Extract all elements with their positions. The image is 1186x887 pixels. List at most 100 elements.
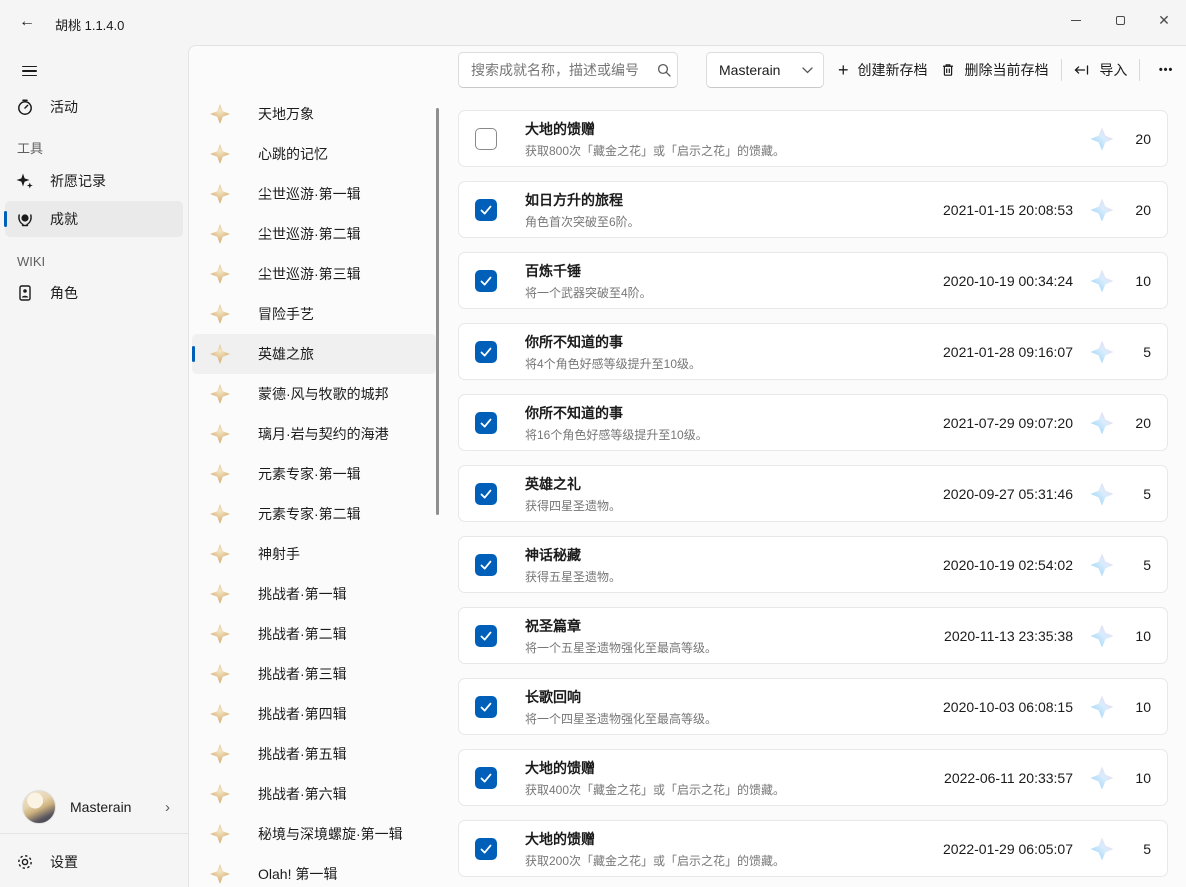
achievement-checkbox[interactable] xyxy=(475,412,497,434)
category-list: 天地万象 心跳的记忆 尘世巡游·第一辑 尘世巡游·第二辑 尘世巡游·第三辑 冒险… xyxy=(192,94,436,887)
category-emblem-icon xyxy=(210,544,230,564)
search-icon[interactable] xyxy=(656,62,672,78)
sidebar-item-wish-history[interactable]: 祈愿记录 xyxy=(5,163,183,199)
category-item[interactable]: 蒙德·风与牧歌的城邦 xyxy=(192,374,436,414)
achievement-row: 英雄之礼获得四星圣遗物。 2020-09-27 05:31:46 5 xyxy=(458,465,1168,522)
achievement-date: 2021-07-29 09:07:20 xyxy=(943,415,1073,431)
achievement-description: 获取800次「藏金之花」或「启示之花」的馈藏。 xyxy=(525,142,1073,159)
category-item[interactable]: 尘世巡游·第三辑 xyxy=(192,254,436,294)
back-button[interactable]: ← xyxy=(12,8,42,36)
import-button[interactable]: 导入 xyxy=(1067,52,1133,88)
category-label: 元素专家·第二辑 xyxy=(258,504,361,524)
category-item[interactable]: 元素专家·第二辑 xyxy=(192,494,436,534)
achievement-date: 2021-01-28 09:16:07 xyxy=(943,344,1073,360)
category-item[interactable]: Olah! 第一辑 xyxy=(192,854,436,887)
category-item[interactable]: 璃月·岩与契约的海港 xyxy=(192,414,436,454)
category-label: Olah! 第一辑 xyxy=(258,864,337,884)
category-label: 挑战者·第一辑 xyxy=(258,584,347,604)
achievement-checkbox[interactable] xyxy=(475,199,497,221)
category-label: 挑战者·第四辑 xyxy=(258,704,347,724)
achievement-row: 你所不知道的事将16个角色好感等级提升至10级。 2021-07-29 09:0… xyxy=(458,394,1168,451)
sidebar-item-label: 成就 xyxy=(50,209,78,229)
delete-archive-button[interactable]: 删除当前存档 xyxy=(934,52,1055,88)
category-item[interactable]: 挑战者·第六辑 xyxy=(192,774,436,814)
category-emblem-icon xyxy=(210,344,230,364)
primogem-icon xyxy=(1089,694,1115,720)
toolbar-actions: + 创建新存档 删除当前存档 导入 ••• xyxy=(832,52,1186,88)
achievement-checkbox[interactable] xyxy=(475,767,497,789)
achievement-laurel-icon xyxy=(16,210,34,228)
sidebar-item-label: 祈愿记录 xyxy=(50,171,106,191)
sidebar-item-label: 活动 xyxy=(50,97,78,117)
achievement-row: 祝圣篇章将一个五星圣遗物强化至最高等级。 2020-11-13 23:35:38… xyxy=(458,607,1168,664)
create-archive-button[interactable]: + 创建新存档 xyxy=(832,52,934,88)
toolbar-separator xyxy=(1061,59,1062,81)
category-item[interactable]: 挑战者·第二辑 xyxy=(192,614,436,654)
category-item[interactable]: 尘世巡游·第一辑 xyxy=(192,174,436,214)
achievement-row: 大地的馈赠获取400次「藏金之花」或「启示之花」的馈藏。 2022-06-11 … xyxy=(458,749,1168,806)
close-button[interactable]: ✕ xyxy=(1142,0,1186,40)
category-emblem-icon xyxy=(210,784,230,804)
user-name: Masterain xyxy=(70,799,165,815)
achievement-checkbox[interactable] xyxy=(475,341,497,363)
category-label: 天地万象 xyxy=(258,104,314,124)
achievement-checkbox[interactable] xyxy=(475,270,497,292)
category-item[interactable]: 挑战者·第四辑 xyxy=(192,694,436,734)
category-item[interactable]: 天地万象 xyxy=(192,94,436,134)
sidebar-item-settings[interactable]: 设置 xyxy=(5,844,183,880)
category-item[interactable]: 神射手 xyxy=(192,534,436,574)
import-icon xyxy=(1073,62,1090,78)
category-item[interactable]: 英雄之旅 xyxy=(192,334,436,374)
category-item[interactable]: 冒险手艺 xyxy=(192,294,436,334)
nav-menu-button[interactable] xyxy=(14,57,44,85)
achievement-checkbox[interactable] xyxy=(475,483,497,505)
sidebar-item-label: 角色 xyxy=(50,283,78,303)
achievement-row: 神话秘藏获得五星圣遗物。 2020-10-19 02:54:02 5 xyxy=(458,536,1168,593)
achievement-row: 如日方升的旅程角色首次突破至6阶。 2021-01-15 20:08:53 20 xyxy=(458,181,1168,238)
sidebar-item-achievements[interactable]: 成就 xyxy=(5,201,183,237)
sidebar-item-activity[interactable]: 活动 xyxy=(5,89,183,125)
achievement-checkbox[interactable] xyxy=(475,625,497,647)
category-item[interactable]: 心跳的记忆 xyxy=(192,134,436,174)
archive-selector[interactable]: Masterain xyxy=(706,52,824,88)
sidebar-group-tools: 工具 xyxy=(0,127,188,161)
create-archive-label: 创建新存档 xyxy=(858,60,928,80)
achievement-description: 角色首次突破至6阶。 xyxy=(525,213,943,230)
plus-icon: + xyxy=(838,61,849,79)
category-item[interactable]: 尘世巡游·第二辑 xyxy=(192,214,436,254)
user-profile-row[interactable]: Masterain › xyxy=(0,783,188,831)
achievement-checkbox[interactable] xyxy=(475,554,497,576)
achievement-reward-count: 5 xyxy=(1125,486,1151,502)
achievement-checkbox[interactable] xyxy=(475,128,497,150)
character-icon xyxy=(16,284,34,302)
achievement-date: 2020-11-13 23:35:38 xyxy=(944,628,1073,644)
maximize-button[interactable] xyxy=(1098,0,1142,40)
minimize-button[interactable] xyxy=(1054,0,1098,40)
primogem-icon xyxy=(1089,197,1115,223)
category-emblem-icon xyxy=(210,504,230,524)
close-icon: ✕ xyxy=(1158,12,1170,29)
category-item[interactable]: 挑战者·第五辑 xyxy=(192,734,436,774)
category-emblem-icon xyxy=(210,744,230,764)
achievement-title: 神话秘藏 xyxy=(525,545,943,565)
category-emblem-icon xyxy=(210,144,230,164)
category-item[interactable]: 秘境与深境螺旋·第一辑 xyxy=(192,814,436,854)
activity-clock-icon xyxy=(16,98,34,116)
achievement-checkbox[interactable] xyxy=(475,696,497,718)
category-emblem-icon xyxy=(210,664,230,684)
achievement-title: 大地的馈赠 xyxy=(525,119,1073,139)
search-input[interactable] xyxy=(459,62,656,78)
achievement-checkbox[interactable] xyxy=(475,838,497,860)
search-box xyxy=(458,52,678,88)
category-scrollbar[interactable] xyxy=(436,108,439,515)
sidebar-item-characters[interactable]: 角色 xyxy=(5,275,183,311)
category-item[interactable]: 挑战者·第三辑 xyxy=(192,654,436,694)
category-label: 挑战者·第五辑 xyxy=(258,744,347,764)
category-item[interactable]: 元素专家·第一辑 xyxy=(192,454,436,494)
category-emblem-icon xyxy=(210,584,230,604)
primogem-icon xyxy=(1089,481,1115,507)
sidebar-divider xyxy=(0,833,188,834)
more-options-button[interactable]: ••• xyxy=(1146,52,1186,88)
achievement-date: 2022-06-11 20:33:57 xyxy=(944,770,1073,786)
category-item[interactable]: 挑战者·第一辑 xyxy=(192,574,436,614)
